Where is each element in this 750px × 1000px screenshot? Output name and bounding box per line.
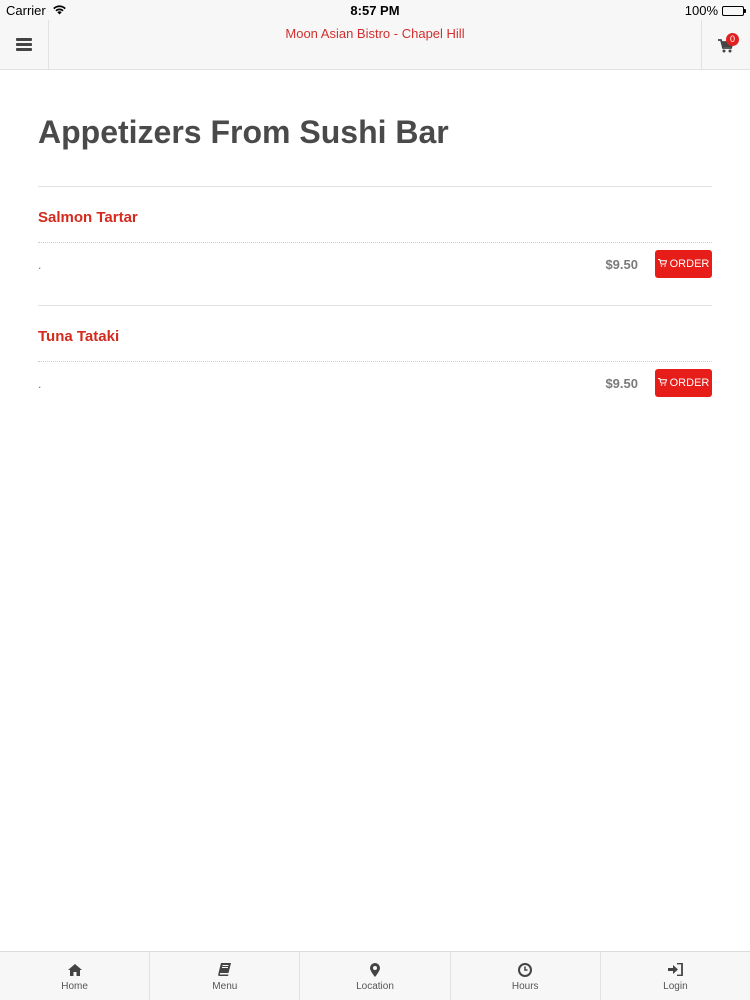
tab-label: Home (61, 980, 88, 992)
tab-home[interactable]: Home (0, 952, 151, 1000)
nav-bar: Moon Asian Bistro - Chapel Hill 0 (0, 20, 750, 70)
item-dotted-divider (38, 361, 712, 362)
cart-count-badge: 0 (726, 33, 739, 46)
menu-item-price: $9.50 (605, 376, 638, 391)
home-icon (67, 962, 82, 978)
tab-label: Menu (212, 980, 238, 992)
hamburger-icon (16, 36, 32, 53)
tab-menu[interactable]: Menu (150, 952, 301, 1000)
book-icon (218, 962, 232, 978)
tab-location[interactable]: Location (300, 952, 451, 1000)
order-button[interactable]: ORDER (655, 250, 712, 278)
tab-login[interactable]: Login (601, 952, 750, 1000)
sign-in-icon (667, 962, 683, 978)
menu-item-name[interactable]: Salmon Tartar (38, 209, 138, 226)
tab-label: Login (663, 980, 688, 992)
order-button-label: ORDER (669, 258, 710, 270)
menu-item-description: . (38, 258, 42, 272)
bottom-tab-bar: Home Menu Location Hours Login (0, 951, 750, 1000)
cart-button[interactable]: 0 (701, 20, 750, 69)
status-right: 100% (684, 3, 746, 18)
tab-label: Location (356, 980, 394, 992)
order-button[interactable]: ORDER (655, 369, 712, 397)
item-divider (38, 305, 712, 306)
restaurant-title: Moon Asian Bistro - Chapel Hill (285, 26, 465, 41)
menu-item-description: . (38, 377, 42, 391)
menu-button[interactable] (0, 20, 49, 69)
page-title: Appetizers From Sushi Bar (38, 114, 449, 150)
tab-label: Hours (511, 980, 539, 992)
clock-icon (518, 962, 533, 978)
menu-item-price: $9.50 (605, 257, 638, 272)
menu-item-name[interactable]: Tuna Tataki (38, 328, 119, 345)
tab-hours[interactable]: Hours (451, 952, 601, 1000)
item-dotted-divider (38, 242, 712, 243)
map-marker-icon (370, 962, 380, 978)
status-time: 8:57 PM (350, 3, 400, 18)
title-divider (38, 186, 712, 187)
battery-icon (722, 5, 746, 16)
status-bar: Carrier 8:57 PM 100% (0, 0, 750, 20)
order-button-label: ORDER (669, 377, 710, 389)
app-screen: Carrier 8:57 PM 100% Moon Asian Bistro -… (0, 0, 750, 1000)
cart-small-icon (657, 377, 667, 389)
cart-small-icon (657, 258, 667, 270)
battery-percent: 100% (684, 3, 718, 18)
